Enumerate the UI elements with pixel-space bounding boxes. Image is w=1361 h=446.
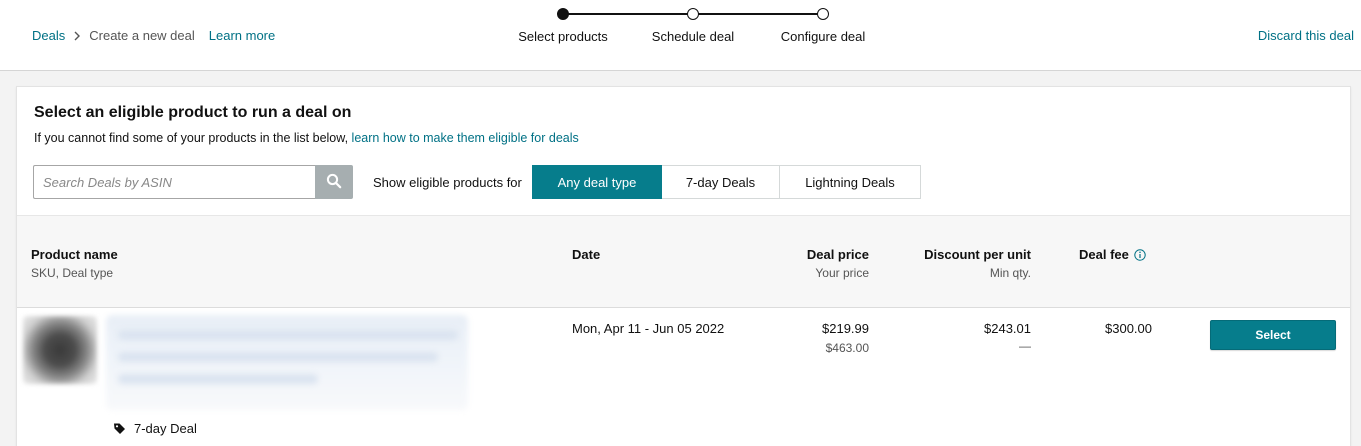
column-subheader-min-qty: Min qty. xyxy=(989,266,1031,280)
redacted-line xyxy=(118,330,458,340)
progress-stepper: Select products Schedule deal Configure … xyxy=(0,0,1361,71)
deal-type-label: 7-day Deal xyxy=(134,421,197,436)
deal-type-tag: 7-day Deal xyxy=(113,421,197,436)
column-subheader-sku: SKU, Deal type xyxy=(31,266,114,280)
redacted-line xyxy=(118,352,438,362)
search-box xyxy=(33,165,353,199)
stepper-connector xyxy=(563,13,693,15)
deal-fee-label: Deal fee xyxy=(1079,247,1129,262)
column-header-deal-fee: Deal fee xyxy=(1079,247,1146,262)
redacted-line xyxy=(118,374,318,384)
search-icon xyxy=(326,173,342,192)
step-dot xyxy=(687,8,699,20)
card-title: Select an eligible product to run a deal… xyxy=(34,104,352,121)
step-label-select-products: Select products xyxy=(518,29,608,44)
tag-icon xyxy=(113,422,134,435)
deal-type-filter: Any deal type 7-day Deals Lightning Deal… xyxy=(532,165,921,199)
step-dot xyxy=(817,8,829,20)
product-thumbnail xyxy=(23,316,97,384)
discount-per-unit: $243.01 xyxy=(984,321,1031,336)
column-header-discount: Discount per unit xyxy=(924,247,1031,262)
column-subheader-your-price: Your price xyxy=(815,266,869,280)
search-button[interactable] xyxy=(315,165,353,199)
your-price: $463.00 xyxy=(825,341,869,355)
min-qty: — xyxy=(1019,339,1031,353)
filter-lightning-deals[interactable]: Lightning Deals xyxy=(780,165,921,199)
select-product-button[interactable]: Select xyxy=(1210,320,1336,350)
step-label-configure-deal: Configure deal xyxy=(780,29,866,44)
step-label-schedule-deal: Schedule deal xyxy=(651,29,735,44)
deal-date: Mon, Apr 11 - Jun 05 2022 xyxy=(572,321,725,336)
search-input[interactable] xyxy=(33,165,315,199)
top-bar: Deals Create a new deal Learn more Selec… xyxy=(0,0,1361,71)
eligibility-help-link[interactable]: learn how to make them eligible for deal… xyxy=(352,131,579,145)
filter-7-day-deals[interactable]: 7-day Deals xyxy=(662,165,780,199)
card-subtitle-text: If you cannot find some of your products… xyxy=(34,131,352,145)
stepper-connector xyxy=(693,13,823,15)
table-header: Product name SKU, Deal type Date Deal pr… xyxy=(17,215,1350,308)
column-header-product-name: Product name xyxy=(31,247,118,262)
column-header-deal-price: Deal price xyxy=(806,247,869,262)
deal-price: $219.99 xyxy=(822,321,869,336)
filter-any-deal-type[interactable]: Any deal type xyxy=(532,165,662,199)
deal-type-filter-label: Show eligible products for xyxy=(373,175,522,190)
discard-deal-link[interactable]: Discard this deal xyxy=(1258,28,1354,43)
column-header-date: Date xyxy=(572,247,601,262)
deal-fee: $300.00 xyxy=(1105,321,1152,336)
card-subtitle: If you cannot find some of your products… xyxy=(34,131,579,145)
info-icon[interactable] xyxy=(1134,248,1146,261)
step-dot-active xyxy=(557,8,569,20)
